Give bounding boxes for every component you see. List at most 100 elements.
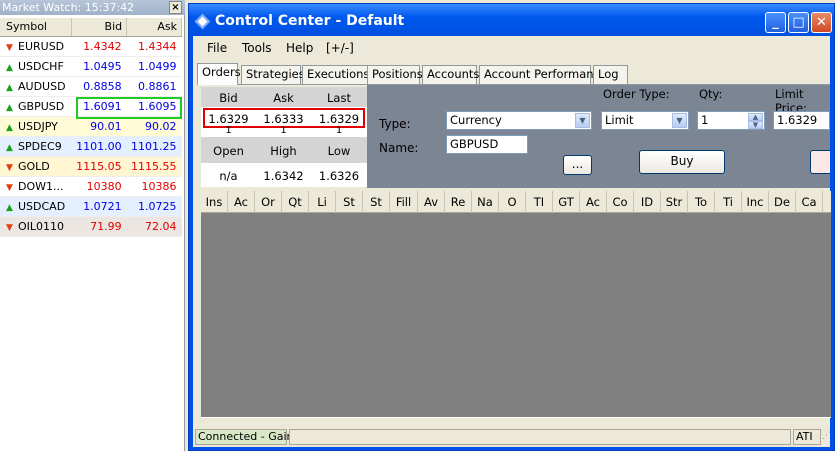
arrow-up-icon: ▲ bbox=[6, 102, 13, 113]
order-type-select[interactable]: Limit ▼ bbox=[601, 111, 689, 130]
ellipsis-button[interactable]: ... bbox=[563, 155, 592, 175]
grid-column-header[interactable]: Na bbox=[472, 191, 499, 213]
table-row[interactable]: ▼ DOW1... 10380 10386 bbox=[0, 176, 182, 197]
orders-grid-header: Ins Ac Or Qt Li St St Fill Av Re Na O TI GT Ac Co ID Str T… bbox=[201, 191, 831, 213]
table-row[interactable]: ▼ EURUSD 1.4342 1.4344 bbox=[0, 36, 182, 57]
market-watch-close-button[interactable]: × bbox=[169, 1, 182, 14]
ask-value: 1115.55 bbox=[126, 156, 182, 177]
grid-column-header[interactable]: O bbox=[499, 191, 526, 213]
ask-value: 1.0725 bbox=[126, 196, 182, 217]
column-header-bid[interactable]: Bid bbox=[71, 18, 128, 37]
maximize-icon: □ bbox=[792, 15, 805, 30]
grid-column-header[interactable]: Fill bbox=[390, 191, 418, 213]
grid-column-header[interactable]: ID bbox=[634, 191, 661, 213]
grid-column-header[interactable]: Av bbox=[418, 191, 445, 213]
maximize-button[interactable]: □ bbox=[788, 12, 809, 33]
grid-column-header[interactable]: Inc bbox=[742, 191, 769, 213]
grid-column-header[interactable]: Re bbox=[445, 191, 472, 213]
bid-value: 0.8858 bbox=[71, 76, 127, 97]
table-row[interactable]: ▲ USDJPY 90.01 90.02 bbox=[0, 116, 182, 137]
grid-column-header[interactable]: St bbox=[363, 191, 390, 213]
menu-expand-toggle[interactable]: [+/-] bbox=[326, 41, 354, 55]
orders-grid[interactable] bbox=[201, 213, 831, 418]
type-label: Type: bbox=[379, 117, 411, 131]
table-row[interactable]: ▲ SPDEC9 1101.00 1101.25 bbox=[0, 136, 182, 157]
menu-file[interactable]: File bbox=[207, 41, 227, 55]
column-header-symbol[interactable]: Symbol bbox=[0, 18, 73, 37]
ask-value: 1.4344 bbox=[126, 36, 182, 57]
bid-value: 90.01 bbox=[71, 116, 127, 137]
symbol-name: GOLD bbox=[18, 159, 50, 173]
tab-accounts[interactable]: Accounts bbox=[422, 65, 479, 84]
ask-value: 10386 bbox=[126, 176, 182, 197]
type-select-value: Currency bbox=[450, 113, 502, 127]
grid-column-header[interactable]: Ins bbox=[201, 191, 228, 213]
name-label: Name: bbox=[379, 141, 419, 155]
grid-column-header[interactable]: Str bbox=[661, 191, 688, 213]
bid-value: 1.0495 bbox=[71, 56, 127, 77]
market-watch-table: Symbol Bid Ask ▼ EURUSD 1.4342 1.4344 ▲ USDCH… bbox=[0, 18, 182, 237]
tab-executions[interactable]: Executions bbox=[302, 65, 370, 84]
grid-column-header[interactable]: Ac bbox=[580, 191, 607, 213]
window-titlebar[interactable]: Control Center - Default bbox=[189, 4, 834, 36]
qty-stepper[interactable]: 1 ▲ ▼ bbox=[697, 111, 765, 130]
grid-column-header[interactable]: Qt bbox=[282, 191, 309, 213]
chevron-down-icon[interactable]: ▼ bbox=[672, 113, 687, 128]
quote-bid-size: 1 bbox=[225, 125, 232, 136]
tab-positions[interactable]: Positions bbox=[367, 65, 423, 84]
increment-icon[interactable]: ▲ bbox=[748, 113, 763, 121]
grid-column-header[interactable]: To bbox=[688, 191, 715, 213]
bid-value: 1.0721 bbox=[71, 196, 127, 217]
connection-status: Connected - Gain bbox=[195, 429, 294, 445]
grid-column-header[interactable]: Ti bbox=[715, 191, 742, 213]
order-entry-panel: Type: Currency ▼ Name: GBPUSD Order Type… bbox=[367, 85, 830, 188]
grid-column-header[interactable]: Or bbox=[255, 191, 282, 213]
grid-column-header[interactable]: Ac bbox=[228, 191, 255, 213]
minimize-button[interactable]: _ bbox=[765, 12, 786, 33]
quote-last-size: 1 bbox=[335, 125, 343, 136]
decrement-icon[interactable]: ▼ bbox=[748, 121, 763, 129]
ask-value: 90.02 bbox=[126, 116, 182, 137]
tab-account-performance[interactable]: Account Performance bbox=[479, 65, 607, 84]
grid-column-header[interactable]: Li bbox=[309, 191, 336, 213]
menu-help[interactable]: Help bbox=[286, 41, 313, 55]
status-bar: Connected - Gain ATI ⋰ bbox=[193, 427, 831, 447]
grid-column-header[interactable]: Ca bbox=[796, 191, 823, 213]
chevron-down-icon[interactable]: ▼ bbox=[575, 113, 590, 128]
bid-value: 1101.00 bbox=[71, 136, 127, 157]
tab-strategies[interactable]: Strategies bbox=[241, 65, 305, 84]
type-select[interactable]: Currency ▼ bbox=[446, 111, 592, 130]
table-row[interactable]: ▲ AUDUSD 0.8858 0.8861 bbox=[0, 76, 182, 97]
quote-ask-size: 1 bbox=[280, 125, 287, 136]
column-header-ask[interactable]: Ask bbox=[126, 18, 182, 37]
buy-button[interactable]: Buy bbox=[639, 150, 725, 174]
table-row[interactable]: ▼ GOLD 1115.05 1115.55 bbox=[0, 156, 182, 177]
menu-tools[interactable]: Tools bbox=[242, 41, 272, 55]
highlight-box bbox=[76, 97, 182, 119]
symbol-name: AUDUSD bbox=[18, 79, 66, 93]
table-row[interactable]: ▼ OIL0110 71.99 72.04 bbox=[0, 216, 182, 237]
bid-value: 1.4342 bbox=[71, 36, 127, 57]
limit-price-input-value: 1.6329 bbox=[777, 113, 818, 127]
grid-column-header[interactable]: De bbox=[769, 191, 796, 213]
quote-panel: Bid Ask Last 1.6329 1.6333 1.6329 1 1 1 … bbox=[201, 87, 367, 187]
symbol-name: USDCAD bbox=[18, 199, 66, 213]
table-row[interactable]: ▲ USDCAD 1.0721 1.0725 bbox=[0, 196, 182, 217]
sell-button[interactable] bbox=[810, 150, 830, 174]
grid-column-header[interactable]: TI bbox=[526, 191, 553, 213]
arrow-down-icon: ▼ bbox=[6, 42, 13, 53]
order-type-label: Order Type: bbox=[603, 87, 670, 101]
quote-high-value: 1.6342 bbox=[263, 169, 304, 183]
name-input[interactable]: GBPUSD bbox=[446, 135, 528, 154]
grid-column-header[interactable]: Co bbox=[607, 191, 634, 213]
limit-price-input[interactable]: 1.6329 bbox=[773, 111, 830, 130]
table-row[interactable]: ▲ USDCHF 1.0495 1.0499 bbox=[0, 56, 182, 77]
grid-column-header[interactable]: St bbox=[336, 191, 363, 213]
tab-log[interactable]: Log bbox=[593, 65, 628, 84]
tab-orders[interactable]: Orders bbox=[197, 63, 241, 85]
bid-value: 71.99 bbox=[71, 216, 127, 237]
grid-column-header[interactable]: GT bbox=[553, 191, 580, 213]
resize-grip-icon[interactable]: ⋰ bbox=[822, 431, 831, 441]
close-button[interactable]: ✕ bbox=[811, 12, 832, 33]
arrow-up-icon: ▲ bbox=[6, 202, 13, 213]
